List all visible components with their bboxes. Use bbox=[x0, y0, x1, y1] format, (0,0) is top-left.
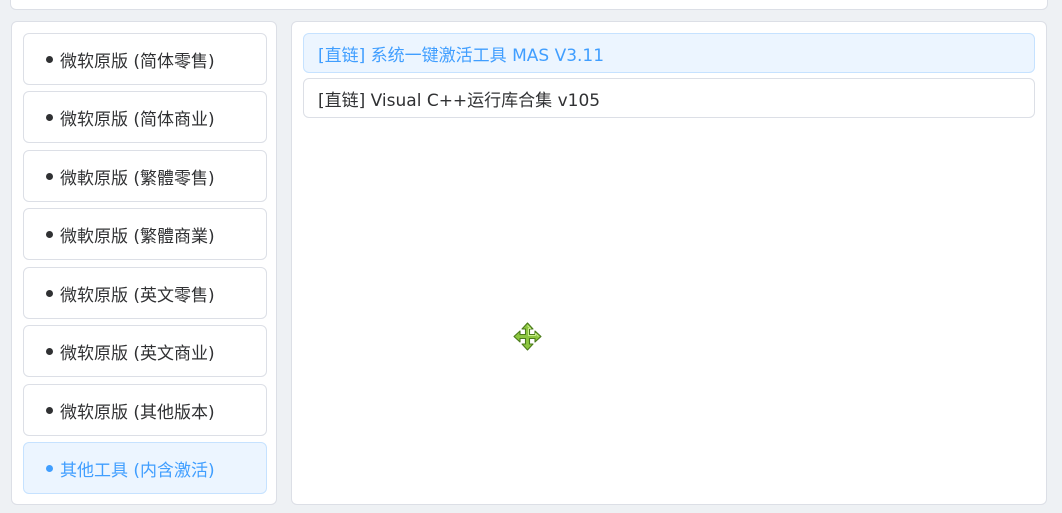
category-label: 微软原版 (英文商业) bbox=[60, 343, 215, 364]
bullet-icon bbox=[46, 230, 53, 238]
category-item-other-versions[interactable]: 微软原版 (其他版本) bbox=[23, 384, 267, 436]
download-link-vcpp[interactable]: [直链] Visual C++运行库合集 v105 bbox=[303, 78, 1035, 118]
bullet-icon bbox=[46, 55, 53, 63]
category-item-english-retail[interactable]: 微软原版 (英文零售) bbox=[23, 267, 267, 319]
bullet-icon bbox=[46, 113, 53, 121]
bullet-icon bbox=[46, 406, 53, 414]
bullet-icon bbox=[46, 172, 53, 180]
category-label: 微軟原版 (繁體零售) bbox=[60, 168, 215, 189]
category-label: 微软原版 (简体商业) bbox=[60, 109, 215, 130]
download-link-mas[interactable]: [直链] 系统一键激活工具 MAS V3.11 bbox=[303, 33, 1035, 73]
category-label: 微軟原版 (繁體商業) bbox=[60, 226, 215, 247]
category-item-traditional-retail[interactable]: 微軟原版 (繁體零售) bbox=[23, 150, 267, 202]
category-sidebar: 微软原版 (简体零售) 微软原版 (简体商业) 微軟原版 (繁體零售) 微軟原版… bbox=[11, 21, 277, 505]
download-list-panel: [直链] 系统一键激活工具 MAS V3.11 [直链] Visual C++运… bbox=[291, 21, 1047, 505]
bullet-icon bbox=[46, 347, 53, 355]
move-cursor-icon bbox=[513, 322, 542, 351]
category-item-other-tools[interactable]: 其他工具 (内含激活) bbox=[23, 442, 267, 494]
download-link-label: [直链] Visual C++运行库合集 v105 bbox=[318, 90, 601, 111]
category-label: 微软原版 (简体零售) bbox=[60, 51, 215, 72]
category-item-simplified-business[interactable]: 微软原版 (简体商业) bbox=[23, 91, 267, 143]
category-item-simplified-retail[interactable]: 微软原版 (简体零售) bbox=[23, 33, 267, 85]
category-item-traditional-business[interactable]: 微軟原版 (繁體商業) bbox=[23, 208, 267, 260]
category-label: 其他工具 (内含激活) bbox=[60, 460, 215, 481]
category-label: 微软原版 (其他版本) bbox=[60, 402, 215, 423]
bullet-icon bbox=[46, 464, 53, 472]
category-label: 微软原版 (英文零售) bbox=[60, 285, 215, 306]
category-item-english-business[interactable]: 微软原版 (英文商业) bbox=[23, 325, 267, 377]
top-panel-edge bbox=[10, 0, 1048, 10]
bullet-icon bbox=[46, 289, 53, 297]
download-link-label: [直链] 系统一键激活工具 MAS V3.11 bbox=[318, 45, 605, 66]
